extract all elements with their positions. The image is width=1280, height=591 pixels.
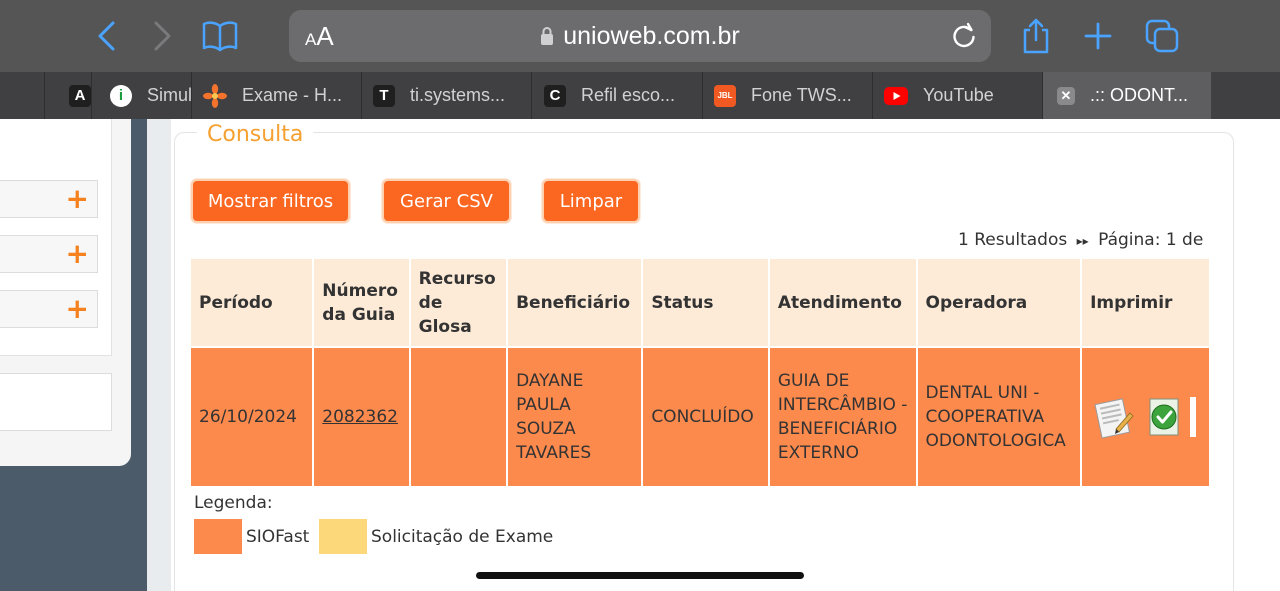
left-gutter	[147, 119, 171, 591]
approved-document-icon[interactable]	[1144, 395, 1184, 439]
back-button[interactable]	[87, 16, 127, 56]
close-tab-icon[interactable]: ✕	[1057, 86, 1075, 105]
limpar-button[interactable]: Limpar	[542, 179, 640, 223]
gerar-csv-button[interactable]: Gerar CSV	[382, 179, 511, 223]
forward-button[interactable]	[142, 16, 182, 56]
flower-icon	[203, 83, 227, 108]
expand-plus-icon[interactable]: +	[66, 293, 89, 325]
column-header-atendimento[interactable]: Atendimento	[768, 259, 918, 347]
results-count: 1 Resultados	[958, 230, 1068, 250]
page-content: + + + Consulta Mostrar filtros Gerar CSV…	[0, 119, 1280, 591]
expand-plus-icon[interactable]: +	[66, 238, 89, 270]
next-arrows-icon[interactable]: ▸▸	[1077, 234, 1089, 248]
cell-imprimir	[1081, 346, 1211, 486]
favicon-c: C	[544, 84, 566, 107]
book-icon	[202, 21, 238, 52]
consulta-title: Consulta	[197, 121, 314, 149]
table-row[interactable]: 26/10/2024 2082362 DAYANE PAULA SOUZA TA…	[191, 346, 1211, 486]
column-header-periodo[interactable]: Período	[191, 259, 315, 347]
legend-swatch-siofast	[194, 519, 242, 554]
sidebar-menu-item[interactable]: +	[0, 180, 98, 218]
share-icon	[1023, 18, 1049, 54]
tab-exame[interactable]: Exame - H...	[191, 72, 361, 119]
url-text: unioweb.com.br	[563, 22, 740, 50]
legenda: Legenda: SIOFast Solicitação de Exame	[194, 493, 553, 554]
share-button[interactable]	[1016, 16, 1056, 56]
browser-toolbar: AA unioweb.com.br	[0, 0, 1280, 72]
results-info: 1 Resultados ▸▸ Página: 1 de	[958, 230, 1203, 250]
home-indicator	[476, 572, 804, 579]
pagination-text: Página: 1 de	[1098, 230, 1204, 250]
legend-item-solicitacao-exame: Solicitação de Exame	[319, 519, 553, 554]
legend-label-solicitacao-exame: Solicitação de Exame	[371, 526, 554, 547]
tab-title: Refil esco...	[581, 85, 676, 105]
tab-title: .:: ODONT...	[1090, 85, 1189, 105]
reload-button[interactable]	[951, 22, 977, 54]
sidebar-menu-item[interactable]: +	[0, 235, 98, 273]
tab-simul[interactable]: i Simul	[91, 72, 191, 119]
cell-numero-guia: 2082362	[313, 346, 411, 486]
legend-item-siofast: SIOFast	[194, 519, 309, 554]
expand-plus-icon[interactable]: +	[66, 183, 89, 215]
tab-fone-tws[interactable]: JBL Fone TWS...	[702, 72, 872, 119]
column-header-numero-guia[interactable]: Número da Guia	[313, 259, 411, 347]
cell-periodo: 26/10/2024	[191, 346, 315, 486]
bookmarks-button[interactable]	[200, 16, 240, 56]
document-print-icon[interactable]	[1090, 395, 1138, 439]
reload-icon	[953, 22, 975, 48]
tab-a[interactable]: A	[44, 72, 91, 119]
youtube-icon	[884, 86, 908, 105]
chevron-right-icon	[154, 21, 171, 51]
tab-strip: A i Simul Exame - H... T ti.systems... C…	[0, 72, 1280, 119]
tab-title: Fone TWS...	[751, 85, 852, 105]
legend-label-siofast: SIOFast	[246, 526, 310, 547]
table-header-row: Período Número da Guia Recurso de Glosa …	[191, 259, 1211, 347]
sidebar: + + +	[0, 119, 131, 466]
favicon-a: A	[69, 84, 91, 107]
legend-swatch-solicitacao-exame	[319, 519, 367, 554]
tab-ti-systems[interactable]: T ti.systems...	[361, 72, 531, 119]
tab-title: YouTube	[923, 85, 994, 105]
tabs-overview-button[interactable]	[1142, 16, 1182, 56]
cell-status: CONCLUÍDO	[642, 346, 770, 486]
column-header-status[interactable]: Status	[642, 259, 770, 347]
column-header-beneficiario[interactable]: Beneficiário	[507, 259, 644, 347]
more-actions-icon[interactable]	[1190, 397, 1197, 437]
legenda-label: Legenda:	[194, 493, 273, 513]
favicon-t: T	[373, 84, 395, 107]
sidebar-box	[0, 373, 112, 431]
tabs-icon	[1145, 19, 1179, 53]
results-table-container: Período Número da Guia Recurso de Glosa …	[191, 259, 1211, 488]
tab-refil[interactable]: C Refil esco...	[531, 72, 702, 119]
column-header-recurso-glosa[interactable]: Recurso de Glosa	[409, 259, 509, 347]
cell-atendimento: GUIA DE INTERCÂMBIO - BENEFICIÁRIO EXTER…	[768, 346, 918, 486]
tab-title: ti.systems...	[410, 85, 506, 105]
cell-recurso-glosa	[409, 346, 509, 486]
column-header-imprimir: Imprimir	[1081, 259, 1211, 347]
mostrar-filtros-button[interactable]: Mostrar filtros	[191, 179, 350, 223]
results-table: Período Número da Guia Recurso de Glosa …	[191, 259, 1211, 486]
tab-odont-active[interactable]: ✕ .:: ODONT...	[1042, 72, 1211, 119]
tab-title: Exame - H...	[242, 85, 343, 105]
new-tab-button[interactable]	[1078, 16, 1118, 56]
address-bar[interactable]: AA unioweb.com.br	[289, 10, 991, 62]
plus-icon	[1084, 22, 1112, 50]
column-header-operadora[interactable]: Operadora	[916, 259, 1083, 347]
cell-beneficiario: DAYANE PAULA SOUZA TAVARES	[507, 346, 644, 486]
lock-icon	[541, 27, 554, 45]
sidebar-menu-item[interactable]: +	[0, 290, 98, 328]
cell-operadora: DENTAL UNI - COOPERATIVA ODONTOLOGICA	[916, 346, 1083, 486]
jbl-logo-icon: JBL	[714, 84, 736, 107]
chevron-left-icon	[98, 21, 115, 51]
info-icon: i	[110, 84, 132, 107]
tab-title: Simul	[147, 85, 191, 105]
numero-guia-link[interactable]: 2082362	[322, 407, 398, 427]
tab-youtube[interactable]: YouTube	[872, 72, 1042, 119]
sidebar-menu: + + +	[0, 119, 112, 356]
